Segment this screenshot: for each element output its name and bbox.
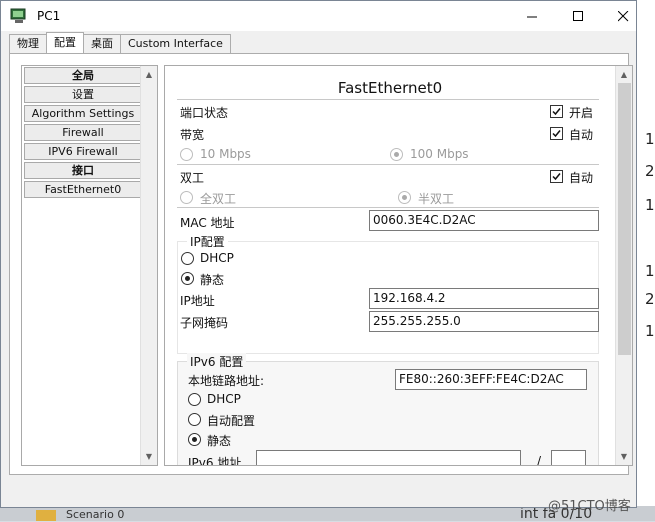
nav-list: 全局 设置 Algorithm Settings Firewall IPV6 F… — [23, 67, 142, 200]
ip-dhcp-label: DHCP — [200, 251, 234, 265]
ip-address-field[interactable]: 192.168.4.2 — [369, 288, 599, 309]
close-icon — [617, 10, 628, 21]
tab-desktop[interactable]: 桌面 — [83, 34, 121, 53]
full-duplex-label: 全双工 — [200, 192, 237, 206]
panel-scrollbar[interactable]: ▲ ▼ — [615, 66, 632, 465]
ipv6-prefix-field[interactable] — [551, 450, 586, 465]
port-on-label: 开启 — [569, 106, 594, 120]
half-duplex-radio[interactable] — [398, 191, 411, 204]
bw-10-radio[interactable] — [180, 148, 193, 161]
link-local-label: 本地链路地址: — [188, 374, 265, 388]
ip-static-label: 静态 — [200, 273, 225, 287]
background-glyph: 1 — [645, 322, 655, 340]
scroll-up-icon[interactable]: ▲ — [141, 66, 157, 83]
watermark: @51CTO博客 — [548, 499, 631, 514]
bw-100-radio[interactable] — [390, 148, 403, 161]
interface-config-panel: FastEthernet0 端口状态 开启 带宽 自动 10 Mbps 100 … — [164, 65, 633, 466]
nav-header-global: 全局 — [24, 67, 142, 84]
config-nav: 全局 设置 Algorithm Settings Firewall IPV6 F… — [21, 65, 158, 466]
duplex-auto-checkbox[interactable] — [550, 170, 563, 183]
link-local-field[interactable]: FE80::260:3EFF:FE4C:D2AC — [395, 369, 587, 390]
scenario-label: Scenario 0 — [66, 508, 125, 521]
pc-app-icon — [10, 8, 26, 23]
nav-item-settings[interactable]: 设置 — [24, 86, 142, 103]
ip-static-radio[interactable] — [181, 272, 194, 285]
subnet-mask-field[interactable]: 255.255.255.0 — [369, 311, 599, 332]
tab-physical[interactable]: 物理 — [9, 34, 47, 53]
scenario-icon — [36, 510, 56, 521]
divider — [177, 207, 599, 208]
port-on-checkbox[interactable] — [550, 105, 563, 118]
nav-item-firewall[interactable]: Firewall — [24, 124, 142, 141]
ip-config-title: IP配置 — [187, 233, 228, 250]
window-title: PC1 — [37, 9, 61, 23]
check-icon — [552, 130, 561, 138]
tab-custom-interface[interactable]: Custom Interface — [120, 34, 231, 53]
ipv6-address-label: IPv6 地址 — [188, 456, 242, 465]
nav-item-algorithm-settings[interactable]: Algorithm Settings — [24, 105, 142, 122]
background-glyph: 1 — [645, 130, 655, 148]
ipv6-static-label: 静态 — [207, 434, 232, 448]
ipv6-auto-radio[interactable] — [188, 413, 201, 426]
tab-config[interactable]: 配置 — [46, 32, 84, 53]
half-duplex-label: 半双工 — [418, 192, 455, 206]
ipv6-config-title: IPv6 配置 — [187, 353, 247, 370]
nav-item-ipv6-firewall[interactable]: IPV6 Firewall — [24, 143, 142, 160]
ip-dhcp-radio[interactable] — [181, 252, 194, 265]
nav-scrollbar[interactable]: ▲ ▼ — [140, 66, 157, 465]
mac-address-field[interactable]: 0060.3E4C.D2AC — [369, 210, 599, 231]
nav-header-interface: 接口 — [24, 162, 142, 179]
divider — [177, 164, 599, 165]
ipv6-dhcp-radio[interactable] — [188, 393, 201, 406]
divider — [177, 99, 599, 100]
bandwidth-auto-checkbox[interactable] — [550, 127, 563, 140]
mac-address-label: MAC 地址 — [180, 216, 235, 230]
tab-strip: 物理 配置 桌面 Custom Interface — [9, 32, 231, 53]
bandwidth-auto-label: 自动 — [569, 128, 594, 142]
close-button[interactable] — [600, 1, 646, 31]
duplex-label: 双工 — [180, 171, 205, 185]
ipv6-static-radio[interactable] — [188, 433, 201, 446]
scroll-up-icon[interactable]: ▲ — [616, 66, 632, 83]
check-icon — [552, 108, 561, 116]
bw-100-label: 100 Mbps — [410, 147, 469, 161]
nav-item-fastethernet0[interactable]: FastEthernet0 — [24, 181, 142, 198]
scrollbar-thumb[interactable] — [618, 83, 631, 355]
duplex-auto-label: 自动 — [569, 171, 594, 185]
maximize-button[interactable] — [555, 1, 601, 31]
full-duplex-radio[interactable] — [180, 191, 193, 204]
minimize-button[interactable] — [509, 1, 555, 31]
scroll-down-icon[interactable]: ▼ — [141, 448, 157, 465]
ipv6-auto-label: 自动配置 — [207, 414, 256, 428]
title-bar[interactable]: PC1 — [1, 1, 636, 31]
interface-title: FastEthernet0 — [337, 79, 443, 97]
bw-10-label: 10 Mbps — [200, 147, 251, 161]
background-glyph: 2 — [645, 290, 655, 308]
port-status-label: 端口状态 — [180, 106, 229, 120]
ip-address-label: IP地址 — [180, 294, 215, 308]
check-icon — [552, 173, 561, 181]
background-app-edge — [636, 0, 655, 521]
background-glyph: 1 — [645, 196, 655, 214]
subnet-mask-label: 子网掩码 — [180, 316, 229, 330]
panel-content: FastEthernet0 端口状态 开启 带宽 自动 10 Mbps 100 … — [165, 66, 615, 465]
background-glyph: 1 — [645, 262, 655, 280]
background-glyph: 2 — [645, 162, 655, 180]
maximize-icon — [572, 10, 583, 21]
minimize-icon — [526, 16, 537, 17]
ipv6-dhcp-label: DHCP — [207, 392, 241, 406]
ipv6-address-field[interactable] — [256, 450, 521, 465]
bandwidth-label: 带宽 — [180, 128, 205, 142]
prefix-slash: / — [537, 454, 542, 465]
scroll-down-icon[interactable]: ▼ — [616, 448, 632, 465]
